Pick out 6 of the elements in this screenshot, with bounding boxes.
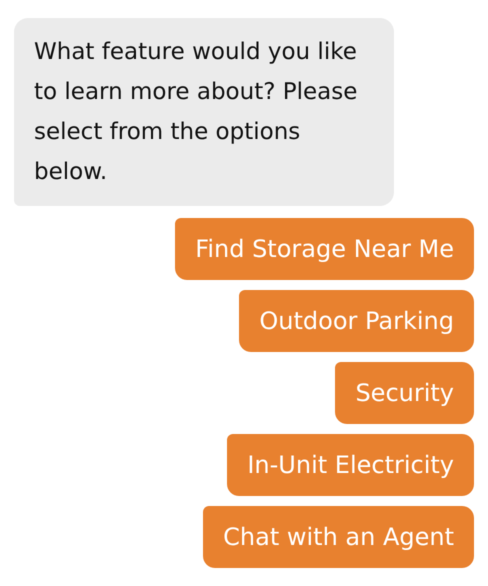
chat-message: What feature would you like to learn more about? Please select from the options below.	[14, 18, 394, 206]
option-button[interactable]: Security	[335, 362, 474, 424]
option-button[interactable]: In-Unit Electricity	[227, 434, 474, 496]
option-button[interactable]: Find Storage Near Me	[175, 218, 474, 280]
option-button[interactable]: Chat with an Agent	[203, 506, 474, 568]
option-button[interactable]: Outdoor Parking	[239, 290, 474, 352]
